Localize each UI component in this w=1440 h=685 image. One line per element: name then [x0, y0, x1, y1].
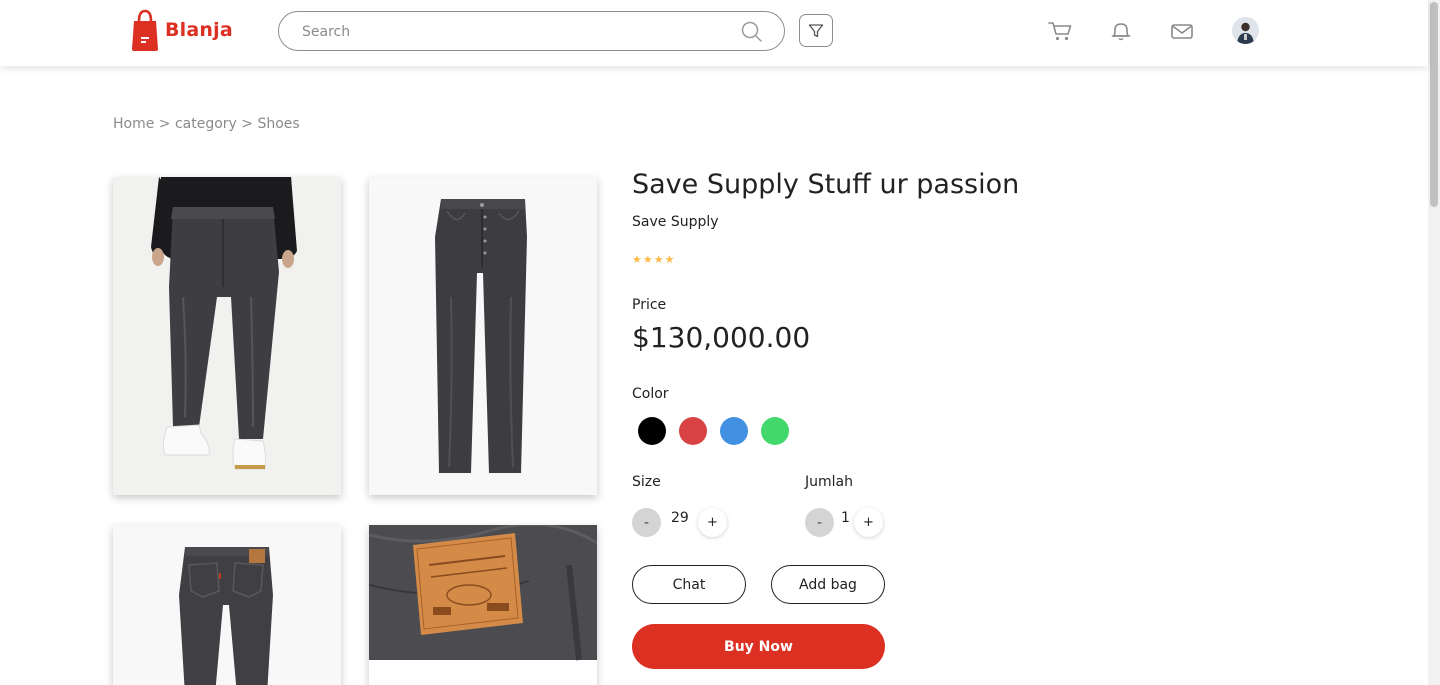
quantity-increase-button[interactable]: +: [854, 508, 883, 537]
price-label: Price: [632, 297, 667, 313]
product-image-front[interactable]: [369, 177, 597, 495]
bell-icon[interactable]: [1109, 20, 1133, 42]
size-label: Size: [632, 474, 661, 490]
size-decrease-button[interactable]: -: [632, 508, 661, 537]
product-title: Save Supply Stuff ur passion: [632, 169, 1020, 200]
star-icon: ★: [632, 253, 642, 266]
search-bar: [278, 11, 785, 51]
search-input[interactable]: [302, 21, 722, 43]
cart-icon[interactable]: [1048, 20, 1072, 42]
shopping-bag-icon: [132, 9, 158, 51]
breadcrumb[interactable]: Home > category > Shoes: [113, 116, 300, 132]
product-image-back[interactable]: [113, 525, 341, 685]
color-label: Color: [632, 386, 669, 402]
star-icon: ★: [653, 253, 664, 266]
price-value: $130,000.00: [632, 321, 811, 354]
star-icon: ★: [664, 253, 675, 266]
quantity-decrease-button[interactable]: -: [805, 508, 834, 537]
quantity-value: 1: [841, 510, 850, 526]
size-value: 29: [671, 510, 689, 526]
scrollbar-thumb[interactable]: [1430, 2, 1438, 207]
brand-logo[interactable]: Blanja: [131, 9, 233, 51]
color-swatch[interactable]: [638, 417, 666, 445]
color-swatch[interactable]: [761, 417, 789, 445]
product-brand[interactable]: Save Supply: [632, 214, 719, 230]
filter-button[interactable]: [799, 14, 833, 47]
buy-now-button[interactable]: Buy Now: [632, 624, 885, 669]
page-scrollbar[interactable]: [1428, 0, 1440, 685]
size-increase-button[interactable]: +: [698, 508, 727, 537]
brand-name: Blanja: [165, 19, 233, 41]
rating-stars: ★ ★ ★ ★: [632, 253, 675, 267]
filter-icon: [808, 23, 824, 37]
quantity-label: Jumlah: [805, 474, 853, 490]
product-image-label[interactable]: [369, 525, 597, 685]
search-icon[interactable]: [740, 20, 764, 44]
mail-icon[interactable]: [1170, 20, 1194, 42]
add-bag-button[interactable]: Add bag: [771, 565, 885, 604]
star-icon: ★: [642, 253, 653, 266]
product-image-model[interactable]: [113, 177, 341, 495]
navbar: Blanja: [0, 0, 1428, 66]
avatar[interactable]: [1232, 17, 1259, 44]
chat-button[interactable]: Chat: [632, 565, 746, 604]
color-swatch[interactable]: [679, 417, 707, 445]
color-swatch[interactable]: [720, 417, 748, 445]
